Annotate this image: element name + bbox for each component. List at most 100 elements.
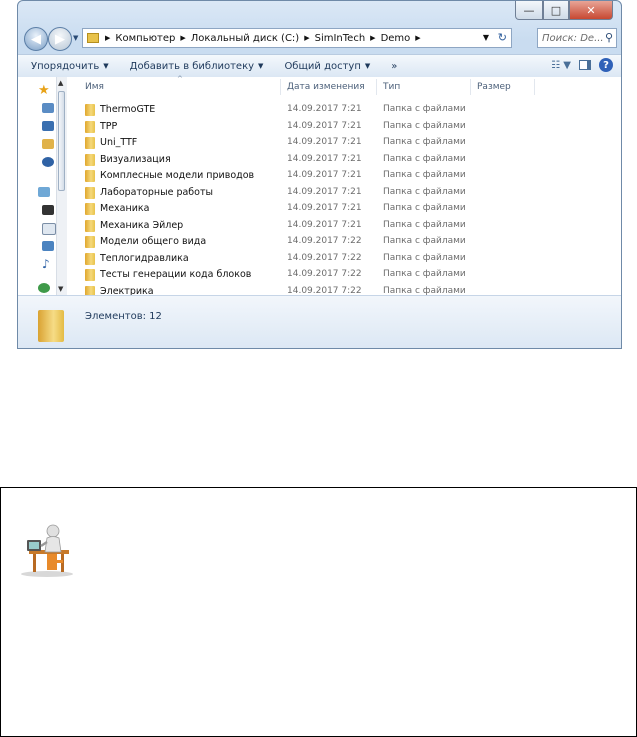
view-options-icon[interactable]: ☷ ▼ (551, 60, 571, 71)
scroll-down-icon[interactable]: ▼ (58, 285, 63, 293)
libraries-icon[interactable] (38, 187, 50, 197)
file-type: Папка с файлами (383, 120, 466, 131)
file-type: Папка с файлами (383, 219, 466, 230)
file-row[interactable]: Тесты генерации кода блоков 14.09.2017 7:… (66, 267, 621, 283)
column-divider[interactable] (280, 79, 281, 95)
file-date: 14.09.2017 7:21 (287, 120, 362, 131)
close-button[interactable]: ✕ (569, 1, 613, 20)
file-date: 14.09.2017 7:21 (287, 203, 362, 213)
scrollbar-thumb[interactable] (58, 91, 65, 191)
folder-icon (85, 137, 95, 149)
column-date[interactable]: Дата изменения (287, 82, 365, 92)
file-row[interactable]: Визуализация 14.09.2017 7:21 Папка с файла… (66, 152, 621, 168)
preview-pane-icon[interactable] (579, 60, 591, 70)
navigation-pane: ★ ♪ ▲ ▼ (18, 77, 67, 295)
network-places-icon[interactable] (42, 157, 54, 167)
back-button[interactable]: ◀ (24, 27, 48, 51)
file-name: Тесты генерации кода блоков (100, 269, 252, 280)
chevron-right-icon[interactable]: ▶ (304, 34, 309, 42)
homegroup-icon[interactable] (38, 283, 50, 293)
organize-button[interactable]: Упорядочить ▼ (31, 61, 109, 72)
file-type: Папка с файлами (383, 285, 466, 296)
file-type: Папка с файлами (383, 137, 466, 147)
note-frame (0, 487, 637, 737)
search-icon[interactable]: ⚲ (605, 31, 613, 44)
more-label: » (391, 60, 398, 72)
column-header: ^ Имя Дата изменения Тип Размер (66, 75, 621, 97)
forward-button[interactable]: ▶ (48, 27, 72, 51)
content-area: ★ ♪ ▲ ▼ ^ Имя Дата изменения Тип Размер … (18, 75, 621, 298)
chevron-right-icon[interactable]: ▶ (180, 34, 185, 42)
help-icon[interactable]: ? (599, 58, 613, 72)
file-row[interactable]: Uni_TTF 14.09.2017 7:21 Папка с файлами (66, 135, 621, 151)
column-type[interactable]: Тип (383, 82, 400, 92)
file-type: Папка с файлами (383, 170, 466, 180)
file-row[interactable]: ThermoGTE 14.09.2017 7:21 Папка с файлами (66, 102, 621, 118)
downloads-icon[interactable] (42, 103, 54, 113)
command-bar: Упорядочить ▼ Добавить в библиотеку ▼ Об… (18, 54, 621, 78)
share-button[interactable]: Общий доступ ▼ (284, 61, 370, 72)
chevron-right-icon[interactable]: ▶ (415, 34, 420, 42)
file-row[interactable]: Механика Эйлер 14.09.2017 7:21 Папка с фай… (66, 218, 621, 234)
folder-icon (85, 219, 95, 232)
desktop-icon[interactable] (42, 121, 54, 131)
file-date: 14.09.2017 7:21 (287, 137, 362, 147)
file-date: 14.09.2017 7:22 (287, 269, 362, 279)
address-dropdown-icon[interactable]: ▼ (483, 33, 489, 42)
address-bar[interactable]: ▶ Компьютер ▶ Локальный диск (C:) ▶ SimI… (82, 28, 512, 48)
scroll-up-icon[interactable]: ▲ (58, 79, 63, 87)
chevron-right-icon[interactable]: ▶ (370, 34, 375, 42)
more-commands-button[interactable]: » (391, 61, 397, 72)
maximize-button[interactable]: □ (543, 1, 569, 20)
history-dropdown-icon[interactable]: ▼ (73, 34, 78, 42)
pictures-icon[interactable] (42, 241, 54, 251)
search-input[interactable]: Поиск: De... ⚲ (537, 28, 617, 48)
file-row[interactable]: TPP 14.09.2017 7:21 Папка с файлами (66, 119, 621, 135)
item-count: Элементов: 12 (85, 311, 162, 322)
folder-icon (85, 120, 95, 133)
column-divider[interactable] (376, 79, 377, 95)
music-icon[interactable]: ♪ (42, 257, 50, 271)
minimize-button[interactable]: — (515, 1, 543, 20)
file-date: 14.09.2017 7:21 (287, 219, 362, 230)
file-type: Папка с файлами (383, 269, 466, 279)
file-name: Механика Эйлер (100, 219, 184, 231)
file-row[interactable]: Лабораторные работы 14.09.2017 7:21 Папка … (66, 185, 621, 201)
file-row[interactable]: Комплесные модели приводов 14.09.2017 7:2… (66, 168, 621, 184)
column-divider[interactable] (470, 79, 471, 95)
file-type: Папка с файлами (383, 236, 466, 246)
column-divider[interactable] (534, 79, 535, 95)
column-size[interactable]: Размер (477, 82, 511, 92)
large-folder-icon (38, 310, 64, 342)
breadcrumb-local-disk[interactable]: Локальный диск (C:) (191, 33, 300, 44)
file-type: Папка с файлами (383, 104, 466, 114)
file-name: Модели общего вида (100, 236, 207, 247)
file-date: 14.09.2017 7:21 (287, 170, 362, 180)
file-name: ThermoGTE (100, 104, 156, 115)
folder-icon (85, 153, 95, 166)
file-name: Механика (100, 203, 150, 214)
chevron-right-icon[interactable]: ▶ (105, 34, 110, 42)
view-controls: ☷ ▼ ? (551, 58, 613, 72)
breadcrumb-demo[interactable]: Demo (381, 33, 411, 44)
add-to-library-button[interactable]: Добавить в библиотеку ▼ (130, 61, 264, 72)
file-row[interactable]: Механика 14.09.2017 7:21 Папка с файлами (66, 201, 621, 217)
file-date: 14.09.2017 7:22 (287, 252, 362, 263)
file-type: Папка с файлами (383, 153, 466, 164)
documents-icon[interactable] (42, 223, 56, 235)
breadcrumb-simintech[interactable]: SimInTech (315, 33, 366, 44)
breadcrumb-computer[interactable]: Компьютер (115, 33, 175, 44)
videos-icon[interactable] (42, 205, 54, 215)
column-name[interactable]: Имя (85, 82, 104, 92)
file-row[interactable]: Теплогидравлика 14.09.2017 7:22 Папка с фа… (66, 251, 621, 267)
file-row[interactable]: Модели общего вида 14.09.2017 7:22 Папка с… (66, 234, 621, 250)
file-name: Uni_TTF (100, 137, 138, 148)
details-pane: Элементов: 12 (18, 295, 621, 348)
file-date: 14.09.2017 7:21 (287, 186, 362, 197)
recent-places-icon[interactable] (42, 139, 54, 149)
file-date: 14.09.2017 7:21 (287, 104, 362, 114)
folder-icon (85, 104, 95, 116)
favorites-star-icon[interactable]: ★ (38, 83, 50, 98)
refresh-icon[interactable]: ↻ (498, 31, 507, 44)
file-date: 14.09.2017 7:21 (287, 153, 362, 164)
